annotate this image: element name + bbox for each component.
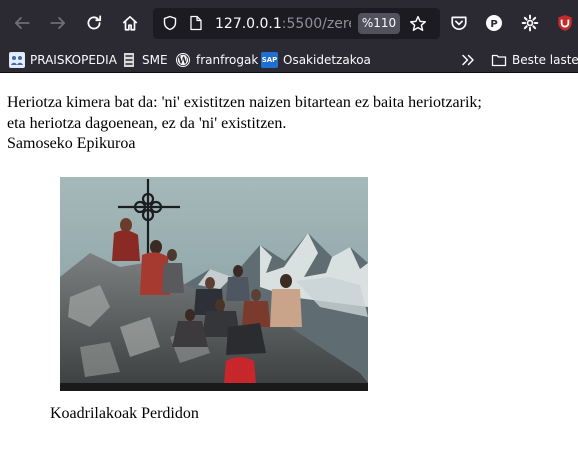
pocket-button[interactable] xyxy=(446,10,472,36)
quote-block: Heriotza kimera bat da: 'ni' existitzen … xyxy=(7,93,482,155)
svg-text:P: P xyxy=(490,19,497,30)
page-icon[interactable] xyxy=(189,15,203,31)
back-button[interactable] xyxy=(9,10,35,36)
arrow-right-icon xyxy=(50,17,66,29)
bookmark-franfrogak[interactable]: W franfrogak xyxy=(175,50,258,69)
p-avatar-icon: P xyxy=(486,15,502,31)
bookmark-label: PRAISKOPEDIA xyxy=(30,52,117,67)
shield-icon[interactable] xyxy=(162,15,178,31)
bookmark-praiskopedia[interactable]: PRAISKOPEDIA xyxy=(9,50,117,69)
gear-icon xyxy=(521,14,539,32)
bookmark-label: franfrogak xyxy=(196,52,259,67)
pocket-icon xyxy=(451,16,467,31)
chevrons-right-icon xyxy=(462,54,474,65)
ublock-extension-button[interactable] xyxy=(552,10,578,36)
home-button[interactable] xyxy=(117,10,143,36)
bookmark-label: Beste laster-m xyxy=(512,52,578,67)
address-bar[interactable]: 127.0.0.1:5500/zeren %110 xyxy=(153,8,440,39)
home-icon xyxy=(122,15,138,31)
wordpress-icon: W xyxy=(175,52,191,68)
url-host: 127.0.0.1 xyxy=(215,16,282,32)
page-content: Heriotza kimera bat da: 'ni' existitzen … xyxy=(0,73,578,467)
more-bookmarks-button[interactable] xyxy=(460,50,476,69)
url-path: :5500/zeren xyxy=(281,16,351,32)
sme-icon xyxy=(121,52,137,68)
forward-button[interactable] xyxy=(45,10,71,36)
sap-icon: SAP xyxy=(261,51,278,68)
bookmark-label: SME xyxy=(142,52,168,67)
arrow-left-icon xyxy=(14,17,30,29)
bookmarks-toolbar: PRAISKOPEDIA SME W franfrogak SAP Osakid… xyxy=(0,47,578,73)
browser-toolbar: 127.0.0.1:5500/zeren %110 P xyxy=(0,0,578,47)
bookmark-osakidetzakoa[interactable]: SAP Osakidetzakoa xyxy=(261,50,371,69)
folder-icon xyxy=(491,52,507,68)
quote-line: Heriotza kimera bat da: 'ni' existitzen … xyxy=(7,94,482,111)
profile-extension-button[interactable]: P xyxy=(481,10,507,36)
ublock-shield-icon xyxy=(558,15,572,31)
svg-text:W: W xyxy=(177,56,189,66)
reload-button[interactable] xyxy=(81,10,107,36)
praiskopedia-icon xyxy=(9,51,25,68)
bookmark-other-folder[interactable]: Beste laster-m xyxy=(491,50,578,69)
bookmark-label: Osakidetzakoa xyxy=(283,52,371,67)
quote-author: Samoseko Epikuroa xyxy=(7,135,136,152)
bookmark-sme[interactable]: SME xyxy=(121,50,168,69)
settings-extension-button[interactable] xyxy=(517,10,543,36)
url-text[interactable]: 127.0.0.1:5500/zeren xyxy=(215,15,351,33)
zoom-indicator[interactable]: %110 xyxy=(358,13,400,34)
star-icon[interactable] xyxy=(409,15,427,33)
reload-icon xyxy=(87,15,102,30)
photo-caption: Koadrilakoak Perdidon xyxy=(50,405,199,422)
mountain-group-photo xyxy=(60,177,368,391)
quote-line: eta heriotza dagoenean, ez da 'ni' exist… xyxy=(7,114,287,132)
